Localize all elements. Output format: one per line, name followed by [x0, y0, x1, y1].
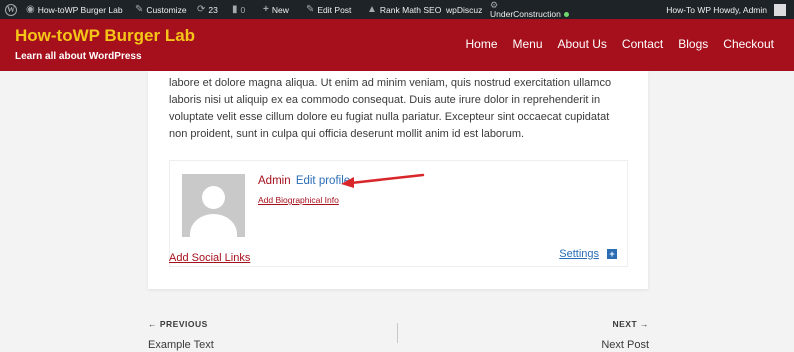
nav-item-contact[interactable]: Contact: [622, 37, 663, 51]
site-name-label: How-toWP Burger Lab: [37, 4, 123, 15]
post-nav-divider: [397, 323, 398, 343]
site-tagline: Learn all about WordPress: [15, 51, 142, 62]
howdy-label: How-To WP Howdy, Admin: [666, 4, 767, 15]
nav-item-about-us[interactable]: About Us: [558, 37, 607, 51]
edit-post-menu[interactable]: ✎ Edit Post: [306, 0, 351, 19]
updates-icon: ⟳: [197, 3, 206, 15]
dashboard-icon: ◉: [26, 3, 35, 15]
post-paragraph: labore et dolore magna aliqua. Ut enim a…: [169, 77, 612, 140]
rank-math-label: Rank Math SEO: [379, 4, 442, 15]
comment-icon: ▮: [232, 3, 238, 15]
wp-logo-menu[interactable]: W: [5, 0, 17, 19]
under-construction-label: UnderConstruction: [490, 9, 561, 19]
rank-math-icon: ▲: [367, 3, 377, 15]
nav-item-checkout[interactable]: Checkout: [723, 37, 774, 51]
settings-plus-icon[interactable]: +: [607, 249, 617, 259]
add-social-links-link[interactable]: Add Social Links: [169, 252, 250, 264]
customize-menu[interactable]: ✎ Customize: [135, 0, 187, 19]
avatar-body-shape: [190, 214, 237, 237]
wp-admin-bar: W ◉ How-toWP Burger Lab ✎ Customize ⟳ 23…: [0, 0, 794, 19]
brush-icon: ✎: [135, 3, 144, 15]
author-name[interactable]: Admin: [258, 175, 291, 187]
under-construction-row: UnderConstruction: [490, 10, 569, 19]
comments-menu[interactable]: ▮ 0: [232, 0, 245, 19]
plus-icon: +: [263, 3, 269, 15]
edit-post-label: Edit Post: [317, 4, 352, 15]
wpdiscuz-label: wpDiscuz: [446, 4, 483, 15]
annotation-arrow-icon: [341, 173, 425, 188]
avatar-head-shape: [202, 186, 225, 209]
customize-label: Customize: [146, 4, 187, 15]
wpdiscuz-menu[interactable]: wpDiscuz: [446, 0, 482, 19]
nav-item-blogs[interactable]: Blogs: [678, 37, 708, 51]
site-name-menu[interactable]: ◉ How-toWP Burger Lab: [26, 0, 123, 19]
nav-item-menu[interactable]: Menu: [513, 37, 543, 51]
site-title[interactable]: How-toWP Burger Lab: [15, 26, 195, 46]
wordpress-icon: W: [5, 3, 17, 16]
next-post-title[interactable]: Next Post: [601, 339, 649, 351]
rank-math-menu[interactable]: ▲ Rank Math SEO: [367, 0, 441, 19]
avatar: [774, 3, 786, 16]
updates-count: 23: [208, 4, 218, 15]
new-content-menu[interactable]: + New: [263, 0, 289, 19]
previous-post-label[interactable]: ← PREVIOUS: [148, 319, 208, 329]
add-bio-link[interactable]: Add Biographical Info: [258, 195, 339, 205]
next-post-label[interactable]: NEXT →: [612, 319, 649, 329]
nav-item-home[interactable]: Home: [466, 37, 498, 51]
settings-link[interactable]: Settings: [559, 248, 599, 260]
new-label: New: [271, 4, 289, 15]
under-construction-menu[interactable]: ⚙ UnderConstruction: [490, 0, 569, 19]
primary-nav: Home Menu About Us Contact Blogs Checkou…: [466, 37, 775, 51]
author-avatar: [182, 174, 245, 237]
account-menu[interactable]: How-To WP Howdy, Admin: [666, 0, 786, 19]
updates-menu[interactable]: ⟳ 23: [197, 0, 218, 19]
pencil-icon: ✎: [306, 3, 315, 15]
previous-post-title[interactable]: Example Text: [148, 339, 214, 351]
site-header: How-toWP Burger Lab Learn all about Word…: [0, 19, 794, 71]
status-dot-icon: [563, 12, 569, 17]
comments-count: 0: [240, 4, 246, 15]
